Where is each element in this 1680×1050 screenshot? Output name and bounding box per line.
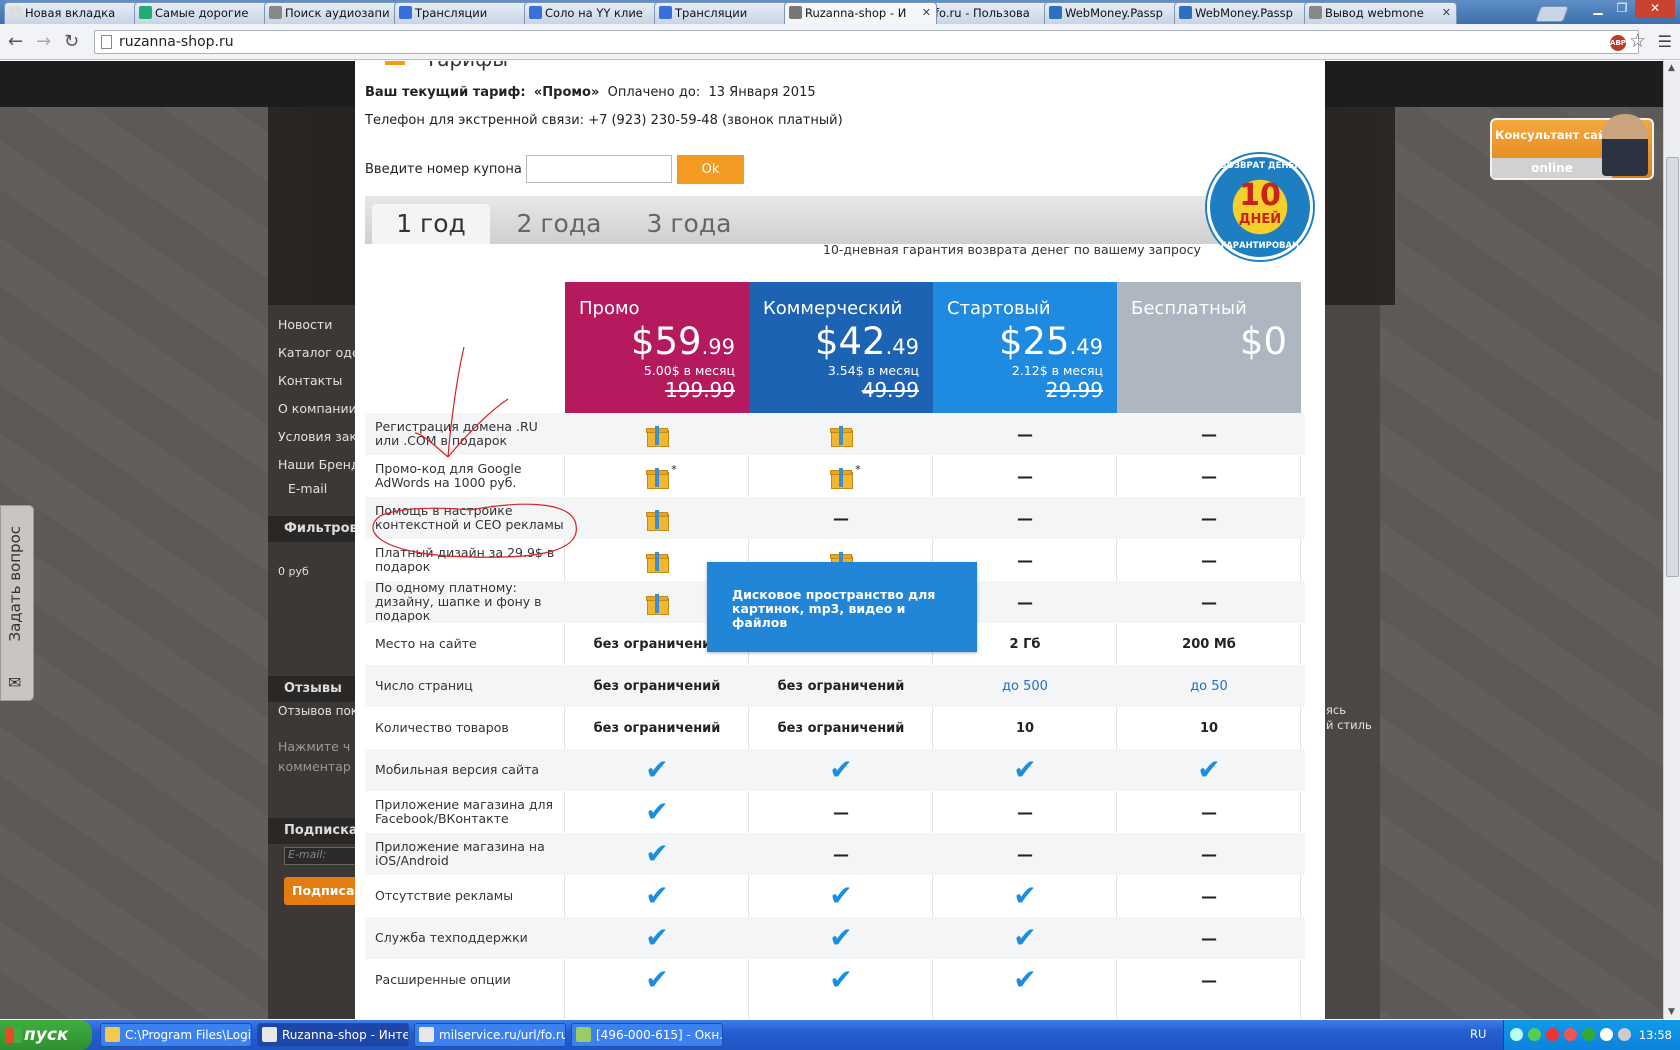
tab-label: Новая вкладка (25, 6, 116, 20)
language-indicator[interactable]: RU (1470, 1027, 1486, 1041)
restore-button[interactable]: ❐ (1611, 0, 1633, 18)
tab-label: WebMoney.Passp (1195, 6, 1293, 20)
webmoney-icon (1049, 6, 1062, 19)
scroll-thumb[interactable] (1666, 157, 1679, 577)
tab-label: Трансляции (415, 6, 488, 20)
close-window-button[interactable]: ✕ (1635, 0, 1675, 18)
taskbar-item[interactable]: Ruzanna-shop - Инте... (257, 1023, 409, 1047)
google-icon (529, 6, 542, 19)
new-tab-button[interactable] (1535, 6, 1569, 22)
browser-tab[interactable]: Ruzanna-shop - И ✕ (784, 2, 937, 24)
browser-tab[interactable]: Вывод webmone ✕ (1304, 2, 1457, 24)
messenger-icon[interactable] (1564, 1028, 1577, 1041)
address-bar[interactable]: ruzanna-shop.ru (94, 30, 1639, 54)
system-tray: 13:58 (1503, 1020, 1680, 1050)
vertical-scrollbar[interactable]: ▲ ▼ (1663, 61, 1680, 1019)
safely-remove-icon[interactable] (1600, 1028, 1613, 1041)
tab-label: Ruzanna-shop - И (805, 6, 907, 20)
back-icon[interactable]: ← (8, 32, 23, 52)
tab-label: Трансляции (675, 6, 748, 20)
tab-label: fo.ru - Пользова (935, 6, 1030, 20)
page-icon (269, 6, 282, 19)
taskbar: пуск C:\Program Files\Logi... Ruzanna-sho… (0, 1020, 1680, 1050)
clock: 13:58 (1638, 1028, 1672, 1042)
page-viewport: Новости Каталог одеж Контакты О компании… (0, 61, 1663, 1019)
tab-label: Самые дорогие (155, 6, 249, 20)
taskbar-item-label: C:\Program Files\Logi... (125, 1028, 252, 1042)
close-tab-icon[interactable]: ✕ (922, 3, 931, 23)
chrome-icon (262, 1027, 277, 1042)
close-tab-icon[interactable]: ✕ (1442, 3, 1451, 23)
taskbar-item-label: milservice.ru/url/fo.ru... (439, 1028, 566, 1042)
menu-icon[interactable]: ☰ (1658, 32, 1672, 51)
tab-label: Поиск аудиозапи (285, 6, 390, 20)
reload-icon[interactable]: ↻ (64, 32, 79, 52)
site-icon (789, 6, 802, 19)
bookmark-star-icon[interactable]: ☆ (1629, 30, 1646, 52)
handdrawn-annotation (372, 346, 577, 558)
tab-label: Вывод webmone (1325, 6, 1424, 20)
globe-icon (139, 6, 152, 19)
scroll-up-icon[interactable]: ▲ (1668, 63, 1675, 73)
webmoney-icon (1179, 6, 1192, 19)
page-icon (1309, 6, 1322, 19)
network-icon[interactable] (1510, 1028, 1523, 1041)
chrome-icon (419, 1027, 434, 1042)
start-label: пуск (24, 1025, 69, 1045)
toolbar: ← → ↻ ruzanna-shop.ru ABP ☆ ☰ (0, 24, 1680, 60)
scroll-down-icon[interactable]: ▼ (1668, 1007, 1675, 1017)
tab-strip: Новая вкладка ✕ Самые дорогие ✕ Поиск аудиоз… (0, 0, 1680, 24)
chat-window-icon (576, 1027, 591, 1042)
taskbar-item[interactable]: [496-000-615] - Окн... (571, 1023, 723, 1047)
url-text: ruzanna-shop.ru (119, 34, 234, 50)
tab-label: Соло на YY клие (545, 6, 643, 20)
taskbar-item[interactable]: C:\Program Files\Logi... (100, 1023, 252, 1047)
volume-icon[interactable] (1618, 1028, 1631, 1041)
antivirus-icon[interactable] (1546, 1028, 1559, 1041)
taskbar-item[interactable]: milservice.ru/url/fo.ru... (414, 1023, 566, 1047)
skype-icon[interactable] (1528, 1028, 1541, 1041)
update-icon[interactable] (1582, 1028, 1595, 1041)
page-icon (101, 35, 112, 49)
folder-icon (105, 1027, 120, 1042)
google-icon (399, 6, 412, 19)
forward-icon[interactable]: → (36, 32, 51, 52)
minimize-button[interactable]: ▁ (1587, 0, 1609, 18)
adblock-icon[interactable]: ABP (1610, 35, 1626, 51)
tab-label: WebMoney.Passp (1065, 6, 1163, 20)
windows-logo-icon (6, 1027, 22, 1043)
start-button[interactable]: пуск (0, 1020, 92, 1050)
blank-page-icon (9, 6, 22, 19)
taskbar-item-label: [496-000-615] - Окн... (596, 1028, 723, 1042)
taskbar-item-label: Ruzanna-shop - Инте... (282, 1028, 409, 1042)
google-icon (659, 6, 672, 19)
